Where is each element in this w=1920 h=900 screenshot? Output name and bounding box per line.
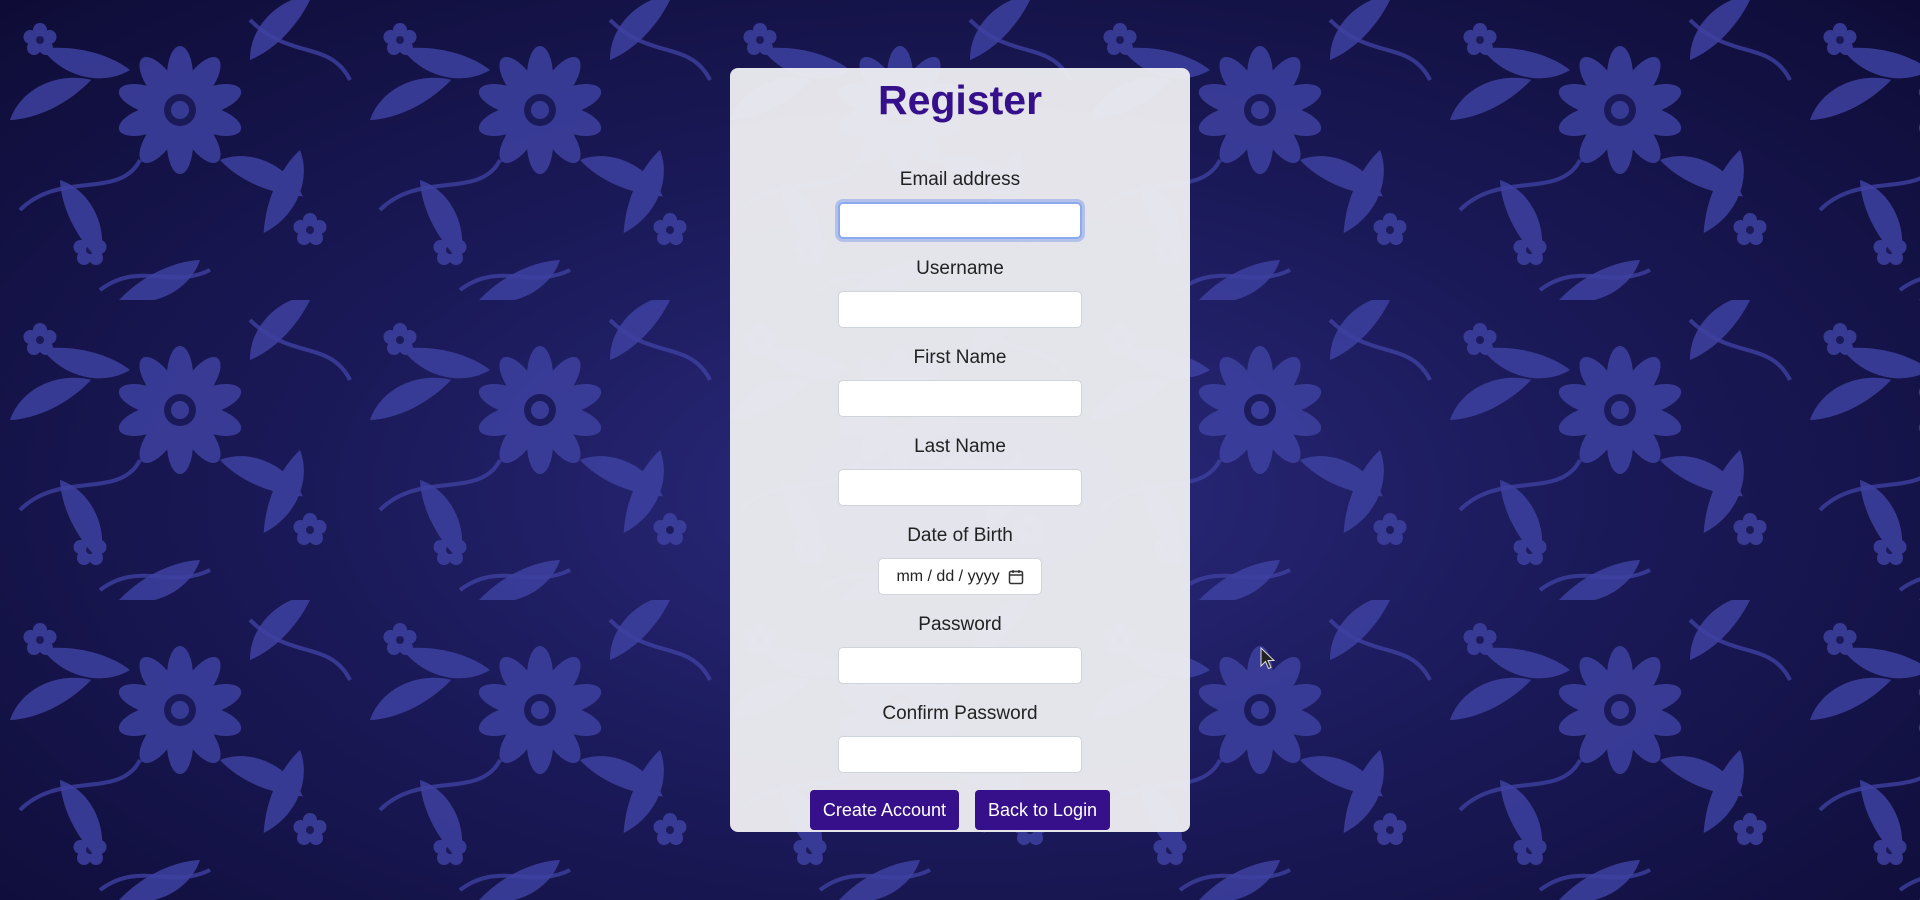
password-input[interactable]: [838, 647, 1082, 684]
last-name-field-group: Last Name: [730, 435, 1190, 506]
last-name-input[interactable]: [838, 469, 1082, 506]
calendar-icon[interactable]: [1008, 569, 1024, 585]
username-input[interactable]: [838, 291, 1082, 328]
date-of-birth-label: Date of Birth: [907, 525, 1013, 546]
confirm-password-field-group: Confirm Password: [730, 702, 1190, 773]
password-label: Password: [918, 614, 1002, 635]
first-name-field-group: First Name: [730, 346, 1190, 417]
first-name-label: First Name: [913, 347, 1007, 368]
register-card: Register Email address Username First Na…: [730, 68, 1190, 832]
date-placeholder: mm / dd / yyyy: [896, 567, 1000, 585]
email-input[interactable]: [838, 202, 1082, 239]
email-label: Email address: [899, 169, 1021, 190]
mouse-pointer-icon: [1260, 646, 1276, 676]
username-field-group: Username: [730, 257, 1190, 328]
email-field-group: Email address: [730, 168, 1190, 239]
first-name-input[interactable]: [838, 380, 1082, 417]
back-to-login-button[interactable]: Back to Login: [975, 790, 1111, 830]
confirm-password-label: Confirm Password: [882, 703, 1038, 724]
date-of-birth-input[interactable]: mm / dd / yyyy: [878, 558, 1042, 595]
create-account-button[interactable]: Create Account: [809, 790, 959, 830]
form-actions: Create Account Back to Login: [730, 790, 1190, 830]
password-field-group: Password: [730, 613, 1190, 684]
last-name-label: Last Name: [914, 436, 1006, 457]
page-title: Register: [877, 77, 1043, 123]
username-label: Username: [916, 258, 1004, 279]
date-of-birth-field-group: Date of Birth mm / dd / yyyy: [730, 524, 1190, 595]
confirm-password-input[interactable]: [838, 736, 1082, 773]
